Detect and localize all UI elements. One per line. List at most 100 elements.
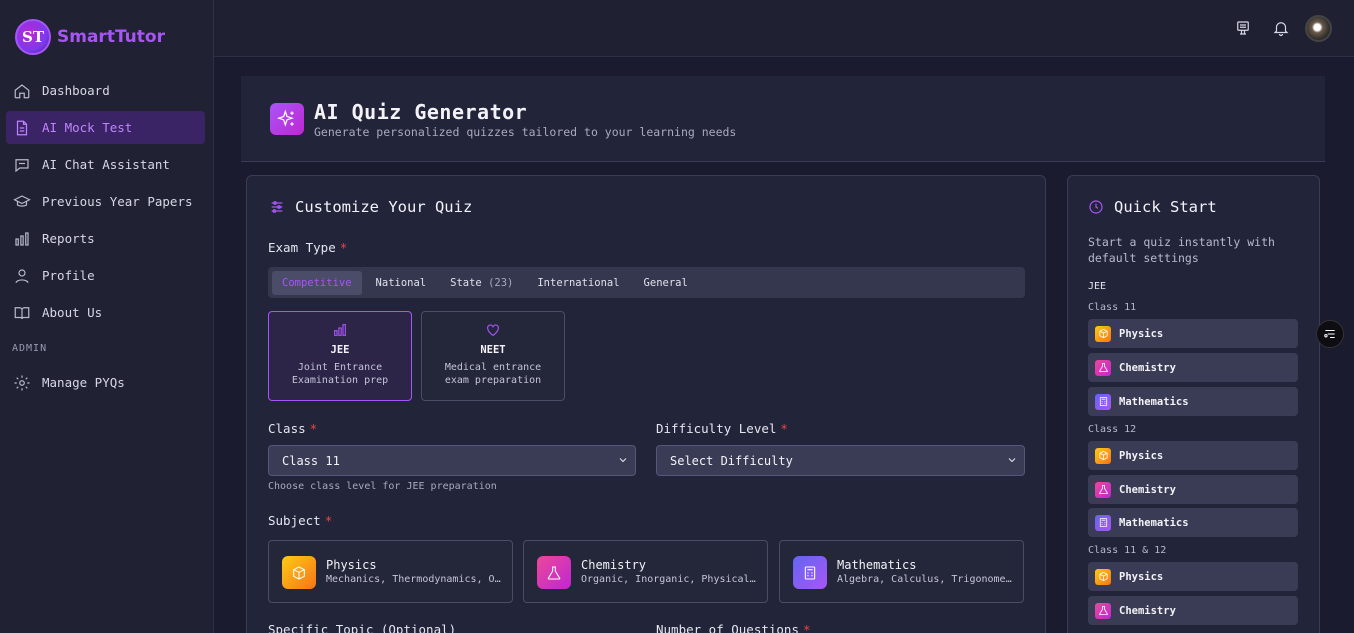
exam-type-label: Exam Type * <box>268 240 347 255</box>
quick-start-chemistry-12[interactable]: Chemistry <box>1088 475 1298 504</box>
tab-international[interactable]: International <box>527 271 629 295</box>
quick-start-mathematics-11[interactable]: Mathematics <box>1088 387 1298 416</box>
class-hint: Choose class level for JEE preparation <box>268 481 497 492</box>
sidebar-item-ai-chat-assistant[interactable]: AI Chat Assistant <box>6 148 205 181</box>
tab-state[interactable]: State (23) <box>440 271 523 295</box>
exam-desc: Joint Entrance Examination prep <box>291 362 389 386</box>
quick-start-class-label: Class 11 <box>1088 302 1137 313</box>
sidebar: ST SmartTutor Dashboard AI Mock Test AI … <box>0 0 214 633</box>
tab-label: General <box>643 276 688 289</box>
sidebar-item-label: Dashboard <box>42 83 110 98</box>
quick-start-chemistry-11-12[interactable]: Chemistry <box>1088 596 1298 625</box>
quick-start-subject: Chemistry <box>1119 604 1176 617</box>
flask-icon <box>537 556 571 589</box>
subject-desc: Organic, Inorganic, Physical Chemistry <box>581 574 756 585</box>
sidebar-nav: Dashboard AI Mock Test AI Chat Assistant… <box>0 74 213 329</box>
book-icon <box>12 303 32 323</box>
logo-icon: ST <box>15 19 51 55</box>
monitor-icon[interactable] <box>1234 19 1252 37</box>
required-mark: * <box>324 513 333 528</box>
subject-name: Physics <box>326 558 377 572</box>
sidebar-item-label: About Us <box>42 305 103 320</box>
sidebar-item-previous-year-papers[interactable]: Previous Year Papers <box>6 185 205 218</box>
tab-general[interactable]: General <box>634 271 698 295</box>
sidebar-item-manage-pyqs[interactable]: Manage PYQs <box>6 366 205 399</box>
class-select[interactable]: Class 11 <box>268 445 636 476</box>
required-mark: * <box>309 421 318 436</box>
subject-label-text: Subject <box>268 513 321 528</box>
quick-start-physics-12[interactable]: Physics <box>1088 441 1298 470</box>
page-header: AI Quiz Generator Generate personalized … <box>241 76 1325 162</box>
tab-competitive[interactable]: Competitive <box>272 270 362 295</box>
subject-name: Mathematics <box>837 558 917 572</box>
customize-title: Customize Your Quiz <box>269 198 472 216</box>
calculator-icon <box>1095 393 1111 410</box>
sidebar-item-ai-mock-test[interactable]: AI Mock Test <box>6 111 205 144</box>
quick-start-subject: Chemistry <box>1119 483 1176 496</box>
quick-start-title-text: Quick Start <box>1114 198 1217 216</box>
subject-label: Subject * <box>268 513 332 528</box>
cube-icon <box>1095 447 1111 464</box>
difficulty-select[interactable]: Select Difficulty <box>656 445 1025 476</box>
quick-start-physics-11[interactable]: Physics <box>1088 319 1298 348</box>
sliders-icon <box>271 201 283 213</box>
quick-start-subject: Physics <box>1119 327 1164 340</box>
gear-icon <box>12 373 32 393</box>
exam-name: NEET <box>480 344 506 356</box>
floating-menu-button[interactable] <box>1316 320 1344 348</box>
exam-desc: Medical entrance exam preparation <box>444 362 542 386</box>
sidebar-item-label: Reports <box>42 231 95 246</box>
sidebar-item-about-us[interactable]: About Us <box>6 296 205 329</box>
tab-national[interactable]: National <box>366 271 437 295</box>
heart-icon <box>485 322 501 338</box>
questions-label-text: Number of Questions <box>656 622 799 633</box>
sidebar-item-dashboard[interactable]: Dashboard <box>6 74 205 107</box>
subject-card-mathematics[interactable]: Mathematics Algebra, Calculus, Trigonome… <box>779 540 1024 603</box>
avatar[interactable] <box>1305 15 1332 42</box>
admin-section-label: ADMIN <box>12 343 48 354</box>
flask-icon <box>1095 602 1111 619</box>
subject-card-chemistry[interactable]: Chemistry Organic, Inorganic, Physical C… <box>523 540 768 603</box>
graduation-cap-icon <box>12 192 32 212</box>
brand[interactable]: ST SmartTutor <box>0 0 213 74</box>
sparkles-icon <box>270 103 304 135</box>
class-select-value: Class 11 <box>282 453 340 468</box>
class-label: Class * <box>268 421 317 436</box>
sidebar-item-profile[interactable]: Profile <box>6 259 205 292</box>
document-icon <box>12 118 32 138</box>
sidebar-item-label: Manage PYQs <box>42 375 125 390</box>
clock-icon <box>1089 200 1103 214</box>
sidebar-item-reports[interactable]: Reports <box>6 222 205 255</box>
exam-name: JEE <box>330 344 350 356</box>
quick-start-chemistry-11[interactable]: Chemistry <box>1088 353 1298 382</box>
quick-start-subject: Mathematics <box>1119 516 1189 529</box>
bell-icon[interactable] <box>1272 19 1290 37</box>
quick-start-physics-11-12[interactable]: Physics <box>1088 562 1298 591</box>
user-icon <box>12 266 32 286</box>
quick-start-group: JEE <box>1088 281 1107 292</box>
quick-start-class-label: Class 11 & 12 <box>1088 545 1167 556</box>
page-subtitle: Generate personalized quizzes tailored t… <box>314 125 737 139</box>
quick-start-mathematics-12[interactable]: Mathematics <box>1088 508 1298 537</box>
difficulty-label: Difficulty Level * <box>656 421 788 436</box>
quick-start-subject: Physics <box>1119 570 1164 583</box>
subject-card-physics[interactable]: Physics Mechanics, Thermodynamics, Optic… <box>268 540 513 603</box>
quick-start-subject: Physics <box>1119 449 1164 462</box>
sidebar-item-label: Previous Year Papers <box>42 194 193 209</box>
cube-icon <box>282 556 316 589</box>
list-filter-icon <box>1324 329 1335 339</box>
admin-nav: Manage PYQs <box>0 366 213 399</box>
required-mark: * <box>339 240 348 255</box>
brand-name: SmartTutor <box>57 27 165 47</box>
exam-card-jee[interactable]: JEE Joint Entrance Examination prep <box>268 311 412 401</box>
required-mark: * <box>803 622 811 633</box>
difficulty-label-text: Difficulty Level <box>656 421 777 436</box>
quick-start-class-label: Class 12 <box>1088 424 1137 435</box>
exam-type-label-text: Exam Type <box>268 240 336 255</box>
topic-label: Specific Topic (Optional) <box>268 622 457 633</box>
quick-start-subject: Chemistry <box>1119 361 1176 374</box>
sidebar-item-label: AI Chat Assistant <box>42 157 170 172</box>
exam-card-neet[interactable]: NEET Medical entrance exam preparation <box>421 311 565 401</box>
tab-label: Competitive <box>282 276 352 289</box>
topbar <box>214 0 1354 57</box>
